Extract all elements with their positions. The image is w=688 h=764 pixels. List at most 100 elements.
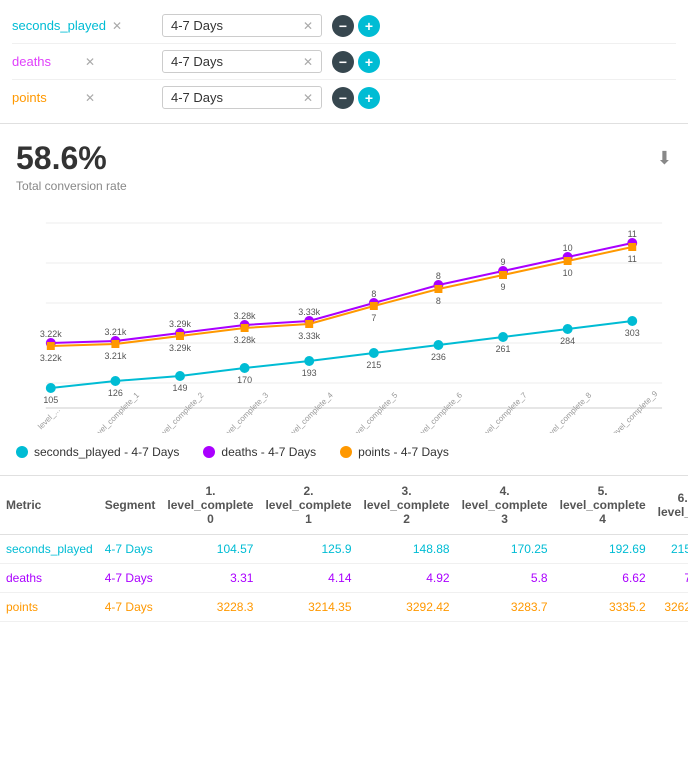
row-val-seconds-1: 104.57 bbox=[161, 535, 259, 564]
conversion-label: Total conversion rate bbox=[16, 179, 127, 193]
svg-text:10: 10 bbox=[563, 268, 573, 278]
svg-text:3.21k: 3.21k bbox=[104, 351, 126, 361]
filter-row-points: points ✕ 4-7 Days ✕ − + bbox=[12, 80, 676, 115]
filter-clear-seconds[interactable]: ✕ bbox=[112, 19, 152, 33]
filter-range-clear-points[interactable]: ✕ bbox=[303, 91, 313, 105]
svg-text:9: 9 bbox=[501, 282, 506, 292]
svg-text:10: 10 bbox=[563, 243, 573, 253]
filter-plus-seconds[interactable]: + bbox=[358, 15, 380, 37]
svg-text:level_...: level_... bbox=[36, 405, 62, 431]
row-metric-points: points bbox=[0, 593, 99, 622]
filter-row-seconds: seconds_played ✕ 4-7 Days ✕ − + bbox=[12, 8, 676, 44]
legend-dot-deaths bbox=[203, 446, 215, 458]
svg-text:10.level_complete_9: 10.level_complete_9 bbox=[602, 389, 660, 433]
filter-controls-seconds: − + bbox=[332, 15, 380, 37]
table-row: seconds_played 4-7 Days 104.57 125.9 148… bbox=[0, 535, 688, 564]
svg-text:215: 215 bbox=[366, 360, 381, 370]
svg-text:11: 11 bbox=[628, 254, 637, 264]
row-val-points-1: 3228.3 bbox=[161, 593, 259, 622]
svg-text:8: 8 bbox=[371, 289, 376, 299]
filter-clear-deaths[interactable]: ✕ bbox=[85, 55, 152, 69]
row-metric-deaths: deaths bbox=[0, 564, 99, 593]
svg-text:149: 149 bbox=[173, 383, 188, 393]
row-val-seconds-5: 192.69 bbox=[554, 535, 652, 564]
svg-text:7.level_complete_6: 7.level_complete_6 bbox=[409, 390, 464, 433]
data-table: Metric Segment 1.level_complete0 2.level… bbox=[0, 476, 688, 622]
filter-range-seconds-text: 4-7 Days bbox=[171, 18, 223, 33]
filter-row-deaths: deaths ✕ 4-7 Days ✕ − + bbox=[12, 44, 676, 80]
svg-text:3.29k: 3.29k bbox=[169, 319, 191, 329]
legend-dot-seconds bbox=[16, 446, 28, 458]
svg-text:9.level_complete_8: 9.level_complete_8 bbox=[538, 390, 593, 433]
svg-text:8: 8 bbox=[436, 271, 441, 281]
legend-item-seconds: seconds_played - 4-7 Days bbox=[16, 445, 179, 459]
row-val-seconds-6: 215.21 bbox=[652, 535, 688, 564]
filter-clear-points[interactable]: ✕ bbox=[85, 91, 152, 105]
svg-text:126: 126 bbox=[108, 388, 123, 398]
row-segment-points: 4-7 Days bbox=[99, 593, 162, 622]
download-icon[interactable]: ⬇ bbox=[657, 148, 672, 169]
col-header-5: 5.level_complete4 bbox=[554, 476, 652, 535]
row-val-points-4: 3283.7 bbox=[456, 593, 554, 622]
table-section: Metric Segment 1.level_complete0 2.level… bbox=[0, 475, 688, 622]
filter-range-points-text: 4-7 Days bbox=[171, 90, 223, 105]
filter-plus-points[interactable]: + bbox=[358, 87, 380, 109]
filter-range-deaths: 4-7 Days ✕ bbox=[162, 50, 322, 73]
filter-minus-points[interactable]: − bbox=[332, 87, 354, 109]
row-val-points-2: 3214.35 bbox=[259, 593, 357, 622]
svg-text:3.33k: 3.33k bbox=[298, 331, 320, 341]
col-header-2: 2.level_complete1 bbox=[259, 476, 357, 535]
svg-text:3.level_complete_2: 3.level_complete_2 bbox=[151, 390, 206, 433]
svg-text:303: 303 bbox=[625, 328, 640, 338]
svg-text:193: 193 bbox=[302, 368, 317, 378]
svg-text:3.21k: 3.21k bbox=[104, 327, 126, 337]
filter-controls-deaths: − + bbox=[332, 51, 380, 73]
filter-range-deaths-text: 4-7 Days bbox=[171, 54, 223, 69]
filter-controls-points: − + bbox=[332, 87, 380, 109]
filter-minus-deaths[interactable]: − bbox=[332, 51, 354, 73]
svg-text:261: 261 bbox=[496, 344, 511, 354]
table-body: seconds_played 4-7 Days 104.57 125.9 148… bbox=[0, 535, 688, 622]
filter-label-points: points ✕ bbox=[12, 90, 152, 105]
filter-range-seconds: 4-7 Days ✕ bbox=[162, 14, 322, 37]
filter-label-seconds: seconds_played ✕ bbox=[12, 18, 152, 33]
col-header-segment: Segment bbox=[99, 476, 162, 535]
legend-item-deaths: deaths - 4-7 Days bbox=[203, 445, 316, 459]
conversion-rate: 58.6% bbox=[16, 140, 127, 177]
legend-label-seconds: seconds_played - 4-7 Days bbox=[34, 445, 179, 459]
row-val-seconds-3: 148.88 bbox=[358, 535, 456, 564]
table-header-row: Metric Segment 1.level_complete0 2.level… bbox=[0, 476, 688, 535]
row-val-deaths-3: 4.92 bbox=[358, 564, 456, 593]
svg-text:8: 8 bbox=[436, 296, 441, 306]
filter-range-points: 4-7 Days ✕ bbox=[162, 86, 322, 109]
legend-label-points: points - 4-7 Days bbox=[358, 445, 449, 459]
filter-range-clear-deaths[interactable]: ✕ bbox=[303, 55, 313, 69]
row-val-deaths-4: 5.8 bbox=[456, 564, 554, 593]
table-row: points 4-7 Days 3228.3 3214.35 3292.42 3… bbox=[0, 593, 688, 622]
table-row: deaths 4-7 Days 3.31 4.14 4.92 5.8 6.62 … bbox=[0, 564, 688, 593]
row-val-seconds-4: 170.25 bbox=[456, 535, 554, 564]
filter-range-clear-seconds[interactable]: ✕ bbox=[303, 19, 313, 33]
filter-label-deaths: deaths ✕ bbox=[12, 54, 152, 69]
svg-text:3.33k: 3.33k bbox=[298, 307, 320, 317]
filter-minus-seconds[interactable]: − bbox=[332, 15, 354, 37]
col-header-6: 6.level_c... bbox=[652, 476, 688, 535]
row-val-points-3: 3292.42 bbox=[358, 593, 456, 622]
row-val-points-5: 3335.2 bbox=[554, 593, 652, 622]
chart-svg: 105 126 149 170 193 215 236 261 284 303 … bbox=[16, 213, 672, 433]
filter-plus-deaths[interactable]: + bbox=[358, 51, 380, 73]
svg-text:4.level_complete_3: 4.level_complete_3 bbox=[215, 390, 270, 433]
svg-text:9: 9 bbox=[501, 257, 506, 267]
row-val-deaths-2: 4.14 bbox=[259, 564, 357, 593]
legend-item-points: points - 4-7 Days bbox=[340, 445, 449, 459]
svg-text:8.level_complete_7: 8.level_complete_7 bbox=[474, 390, 529, 433]
col-header-3: 3.level_complete2 bbox=[358, 476, 456, 535]
svg-text:3.28k: 3.28k bbox=[234, 311, 256, 321]
legend-dot-points bbox=[340, 446, 352, 458]
filter-label-points-text: points bbox=[12, 90, 79, 105]
svg-text:3.28k: 3.28k bbox=[234, 335, 256, 345]
main-section: 58.6% Total conversion rate ⬇ bbox=[0, 124, 688, 467]
svg-text:7: 7 bbox=[371, 313, 376, 323]
col-header-4: 4.level_complete3 bbox=[456, 476, 554, 535]
row-segment-seconds: 4-7 Days bbox=[99, 535, 162, 564]
